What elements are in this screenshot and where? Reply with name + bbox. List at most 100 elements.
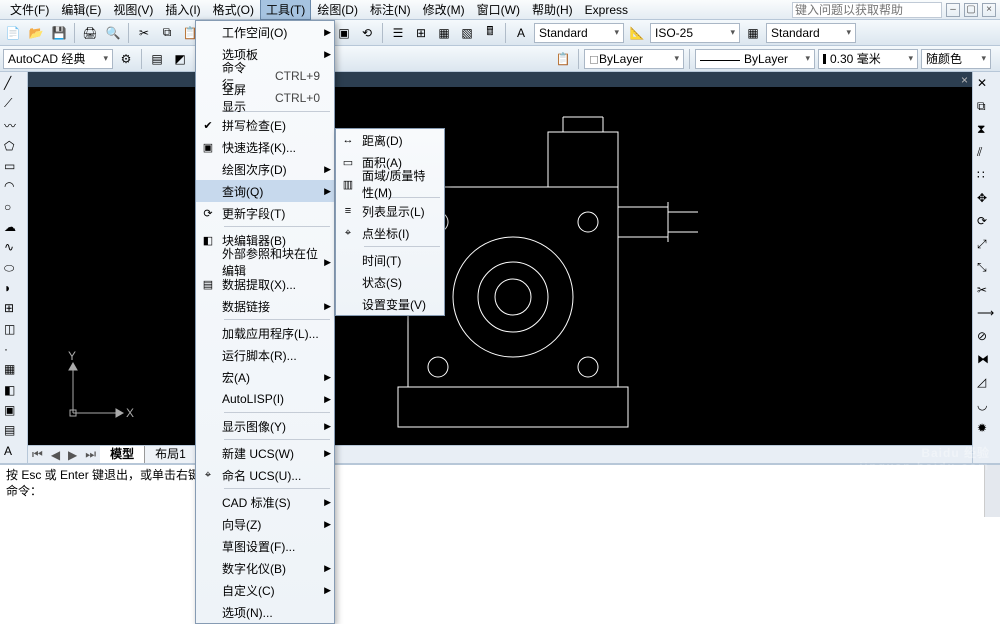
cmd-prompt[interactable]: 命令： [6, 483, 994, 499]
dimstyle-icon[interactable]: 📐 [627, 23, 647, 43]
menu-item[interactable]: ⌖命名 UCS(U)... [196, 464, 334, 486]
menu-tools[interactable]: 工具(T) [260, 0, 311, 20]
cut-icon[interactable]: ✂ [134, 23, 154, 43]
menu-help[interactable]: 帮助(H) [526, 0, 579, 20]
menu-item[interactable]: 时间(T) [336, 249, 444, 271]
dsettings-icon[interactable]: ⊞ [411, 23, 431, 43]
erase-icon[interactable]: ✕ [976, 75, 996, 95]
polygon-icon[interactable]: ⬠ [3, 138, 23, 155]
arc-icon[interactable]: ◠ [3, 178, 23, 195]
menu-view[interactable]: 视图(V) [107, 0, 159, 20]
menu-item[interactable]: 状态(S) [336, 271, 444, 293]
menu-format[interactable]: 格式(O) [207, 0, 260, 20]
rect-icon[interactable]: ▭ [3, 158, 23, 175]
ellipsearc-icon[interactable]: ◗ [3, 280, 23, 297]
join-icon[interactable]: ⧓ [976, 351, 996, 371]
menu-modify[interactable]: 修改(M) [417, 0, 471, 20]
linetype-combo[interactable]: ByLayer [695, 49, 815, 69]
menu-file[interactable]: 文件(F) [4, 0, 55, 20]
zoom-win-icon[interactable]: ▣ [334, 23, 354, 43]
menu-edit[interactable]: 编辑(E) [55, 0, 107, 20]
table-style-combo[interactable]: Standard [766, 23, 856, 43]
doc-close-icon[interactable]: × [961, 73, 968, 86]
move-icon[interactable]: ✥ [976, 190, 996, 210]
dim-style-combo[interactable]: ISO-25 [650, 23, 740, 43]
line-icon[interactable]: ╱ [3, 75, 23, 92]
menu-item[interactable]: CAD 标准(S)▶ [196, 491, 334, 513]
menu-insert[interactable]: 插入(I) [159, 0, 206, 20]
insertblk-icon[interactable]: ⊞ [3, 300, 23, 317]
props-icon[interactable]: ☰ [388, 23, 408, 43]
trim-icon[interactable]: ✂ [976, 282, 996, 302]
command-window[interactable]: 按 Esc 或 Enter 键退出，或单击右键显示快捷菜单。 命令： [0, 463, 1000, 517]
menu-item[interactable]: 外部参照和块在位编辑▶ [196, 251, 334, 273]
menu-item[interactable]: ▤数据提取(X)... [196, 273, 334, 295]
menu-draw[interactable]: 绘图(D) [311, 0, 364, 20]
menu-item[interactable]: 宏(A)▶ [196, 366, 334, 388]
fillet-icon[interactable]: ◡ [976, 397, 996, 417]
minimize-icon[interactable]: – [946, 3, 960, 17]
restore-icon[interactable]: ▢ [964, 3, 978, 17]
tablestyle-icon[interactable]: ▦ [743, 23, 763, 43]
plotstyle-combo[interactable]: 随颜色 [921, 49, 991, 69]
menu-express[interactable]: Express [579, 1, 634, 19]
menu-item[interactable]: 全屏显示CTRL+0 [196, 87, 334, 109]
menu-dim[interactable]: 标注(N) [364, 0, 417, 20]
tab-last-icon[interactable]: ⏭ [81, 447, 100, 462]
region-icon[interactable]: ▣ [3, 402, 23, 419]
table-icon[interactable]: ▤ [3, 422, 23, 439]
menu-item[interactable]: 数字化仪(B)▶ [196, 557, 334, 579]
copy-icon[interactable]: ⧉ [157, 23, 177, 43]
scale-icon[interactable]: ⤢ [976, 236, 996, 256]
menu-item[interactable]: 绘图次序(D)▶ [196, 158, 334, 180]
menu-item[interactable]: 自定义(C)▶ [196, 579, 334, 601]
layer-combo[interactable]: ◻ ByLayer [584, 49, 684, 69]
tab-model[interactable]: 模型 [100, 446, 145, 463]
paste-block-icon[interactable]: 📋 [553, 49, 573, 69]
menu-item[interactable]: 工作空间(O)▶ [196, 21, 334, 43]
array-icon[interactable]: ∷ [976, 167, 996, 187]
hatch-icon[interactable]: ▦ [3, 361, 23, 378]
menu-item[interactable]: 草图设置(F)... [196, 535, 334, 557]
menu-item[interactable]: 加载应用程序(L)... [196, 322, 334, 344]
textstyle-icon[interactable]: A [511, 23, 531, 43]
plot-icon[interactable]: 🖨 [80, 23, 100, 43]
menu-item[interactable]: 命令行CTRL+9 [196, 65, 334, 87]
menu-item[interactable]: AutoLISP(I)▶ [196, 388, 334, 410]
menu-item[interactable]: ≡列表显示(L) [336, 200, 444, 222]
sheet-icon[interactable]: ▦ [434, 23, 454, 43]
help-search[interactable] [792, 2, 942, 18]
pline-icon[interactable]: 〰 [3, 116, 23, 135]
menu-item[interactable]: 运行脚本(R)... [196, 344, 334, 366]
menu-item[interactable]: ▥面域/质量特性(M) [336, 173, 444, 195]
drawing-canvas[interactable]: × X Y ⏮ [28, 72, 972, 463]
menu-item[interactable]: ▣快速选择(K)... [196, 136, 334, 158]
menu-item[interactable]: 选项板▶ [196, 43, 334, 65]
menu-item[interactable]: 显示图像(Y)▶ [196, 415, 334, 437]
menu-item[interactable]: 选项(N)... [196, 601, 334, 623]
menu-item[interactable]: ⌖点坐标(I) [336, 222, 444, 244]
menu-item[interactable]: ⟳更新字段(T) [196, 202, 334, 224]
menu-item[interactable]: ↔距离(D) [336, 129, 444, 151]
tab-prev-icon[interactable]: ◀ [47, 448, 64, 462]
tool-palette-icon[interactable]: ▧ [457, 23, 477, 43]
xline-icon[interactable]: ⟋ [3, 95, 23, 112]
copy-obj-icon[interactable]: ⧉ [976, 98, 996, 118]
menu-item[interactable]: ✔拼写检查(E) [196, 114, 334, 136]
rotate-icon[interactable]: ⟳ [976, 213, 996, 233]
save-icon[interactable]: 💾 [49, 23, 69, 43]
workspace-combo[interactable]: AutoCAD 经典 [3, 49, 113, 69]
open-icon[interactable]: 📂 [26, 23, 46, 43]
break-icon[interactable]: ⊘ [976, 328, 996, 348]
calc-icon[interactable]: 🖩 [480, 23, 500, 43]
mirror-icon[interactable]: ⧗ [976, 121, 996, 141]
chamfer-icon[interactable]: ◿ [976, 374, 996, 394]
tab-first-icon[interactable]: ⏮ [28, 447, 47, 462]
text-style-combo[interactable]: Standard [534, 23, 624, 43]
close-icon[interactable]: × [982, 3, 996, 17]
menu-item[interactable]: 向导(Z)▶ [196, 513, 334, 535]
tab-next-icon[interactable]: ▶ [64, 448, 81, 462]
offset-icon[interactable]: ⫽ [976, 144, 996, 164]
gradient-icon[interactable]: ◧ [3, 382, 23, 399]
menu-window[interactable]: 窗口(W) [471, 0, 526, 20]
